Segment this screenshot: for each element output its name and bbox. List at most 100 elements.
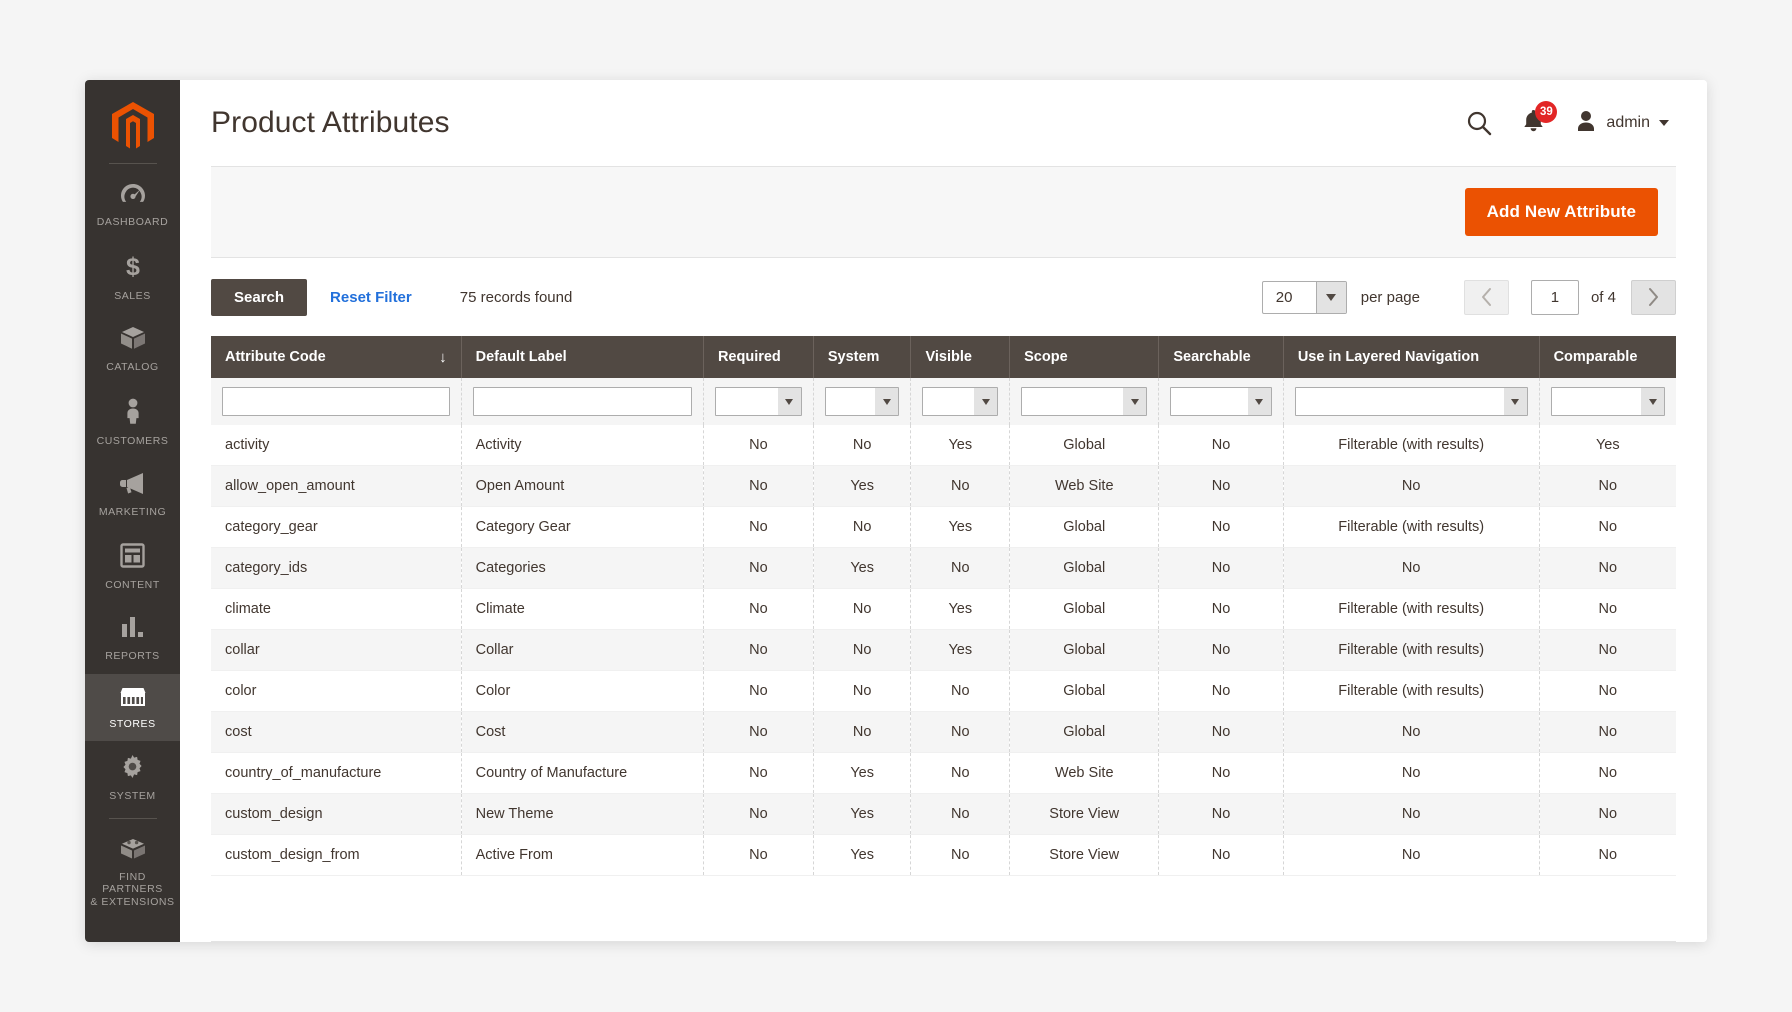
grid-column-header[interactable]: Comparable <box>1538 336 1676 378</box>
grid-column-header[interactable]: Default Label <box>460 336 704 378</box>
grid-filter-cell <box>910 378 1010 425</box>
sidebar-item-find-partners[interactable]: FIND PARTNERS & EXTENSIONS <box>85 825 180 920</box>
table-cell: Color <box>460 670 704 712</box>
per-page-select[interactable]: 20 <box>1261 280 1347 314</box>
magento-logo-link[interactable] <box>85 93 180 159</box>
table-cell: No <box>1538 465 1676 507</box>
grid-filter-select-value <box>716 388 778 415</box>
grid-column-header-label: Default Label <box>475 349 567 365</box>
grid-filter-input[interactable] <box>472 387 692 416</box>
table-cell: Yes <box>910 629 1010 671</box>
table-cell: Activity <box>460 425 704 466</box>
sidebar-item-sales[interactable]: $ SALES <box>85 240 180 314</box>
table-row[interactable]: cost Cost No No No Global No No No <box>211 711 1676 753</box>
grid-column-header[interactable]: Visible <box>910 336 1010 378</box>
table-cell: country_of_manufacture <box>211 752 462 794</box>
sidebar-item-label: CONTENT <box>105 578 160 591</box>
table-cell: Global <box>1009 711 1159 753</box>
pager: 20 per page of 4 <box>1261 279 1676 315</box>
grid-column-header[interactable]: Attribute Code ↓ <box>211 336 462 378</box>
table-cell: No <box>702 670 814 712</box>
table-row[interactable]: allow_open_amount Open Amount No Yes No Web S… <box>211 465 1676 507</box>
table-cell: No <box>1282 711 1540 753</box>
notifications-badge: 39 <box>1535 101 1558 123</box>
grid-filter-select[interactable] <box>1294 387 1528 416</box>
grid-column-header[interactable]: Scope <box>1009 336 1159 378</box>
table-cell: Global <box>1009 506 1159 548</box>
grid-column-header[interactable]: Use in Layered Navigation <box>1282 336 1540 378</box>
table-cell: No <box>702 629 814 671</box>
table-row[interactable]: activity Activity No No Yes Global No Filterabl… <box>211 425 1676 466</box>
table-cell: activity <box>211 425 462 466</box>
user-menu-button[interactable]: admin <box>1575 109 1669 138</box>
grid-header-row: Attribute Code ↓ Default Label Required Syst… <box>211 336 1676 378</box>
next-page-button[interactable] <box>1631 279 1676 315</box>
grid-column-header[interactable]: System <box>812 336 911 378</box>
sidebar-item-system[interactable]: SYSTEM <box>85 741 180 814</box>
table-row[interactable]: climate Climate No No Yes Global No Filterable … <box>211 588 1676 630</box>
previous-page-button[interactable] <box>1463 279 1509 315</box>
table-cell: New Theme <box>460 793 704 835</box>
chevron-down-icon <box>875 388 899 415</box>
person-icon <box>123 398 143 429</box>
sidebar-item-content[interactable]: CONTENT <box>85 530 180 603</box>
grid-filter-select[interactable] <box>1550 387 1665 416</box>
table-row[interactable]: category_ids Categories No Yes No Global No No N… <box>211 547 1676 589</box>
grid-filter-cell <box>211 378 462 425</box>
layout-window-icon <box>120 542 145 573</box>
table-cell: No <box>702 752 814 794</box>
sidebar-item-dashboard[interactable]: DASHBOARD <box>85 170 180 240</box>
sidebar-item-reports[interactable]: REPORTS <box>85 602 180 674</box>
grid-filter-cell <box>460 378 704 425</box>
table-cell: No <box>812 629 911 671</box>
notifications-button[interactable]: 39 <box>1522 101 1558 138</box>
grid-filter-select[interactable] <box>714 387 802 416</box>
table-cell: No <box>702 425 814 466</box>
table-cell: cost <box>211 711 462 753</box>
sidebar-item-label: STORES <box>109 717 156 730</box>
table-cell: Web Site <box>1009 752 1159 794</box>
table-row[interactable]: custom_design_from Active From No Yes No Stor… <box>211 834 1676 876</box>
dashboard-gauge-icon <box>120 183 146 210</box>
table-cell: No <box>1158 793 1284 835</box>
grid-filter-select[interactable] <box>1170 387 1272 416</box>
grid-filter-select[interactable] <box>1021 387 1148 416</box>
table-row[interactable]: country_of_manufacture Country of Manufac… <box>211 752 1676 794</box>
grid-column-header[interactable]: Required <box>702 336 814 378</box>
table-cell: Yes <box>812 752 911 794</box>
sidebar-item-customers[interactable]: CUSTOMERS <box>85 385 180 459</box>
search-icon[interactable] <box>1466 110 1492 136</box>
grid-filter-select[interactable] <box>824 387 900 416</box>
table-cell: allow_open_amount <box>211 465 462 507</box>
page-actions-toolbar: Add New Attribute <box>211 166 1676 258</box>
table-row[interactable]: collar Collar No No Yes Global No Filterable (w… <box>211 629 1676 671</box>
table-cell: No <box>812 588 911 630</box>
sidebar-item-stores[interactable]: STORES <box>85 673 180 741</box>
table-cell: No <box>812 711 911 753</box>
table-cell: Filterable (with results) <box>1282 670 1540 712</box>
table-row[interactable]: color Color No No No Global No Filterable (with… <box>211 670 1676 712</box>
grid-filter-input[interactable] <box>222 387 450 416</box>
svg-text:$: $ <box>126 253 140 279</box>
grid-filter-select-value <box>1552 388 1641 415</box>
sidebar-item-marketing[interactable]: MARKETING <box>85 458 180 530</box>
search-button[interactable]: Search <box>211 278 308 316</box>
grid-column-header-label: Required <box>717 349 781 365</box>
sidebar-divider-bottom <box>108 817 157 819</box>
add-new-attribute-button[interactable]: Add New Attribute <box>1464 188 1658 236</box>
table-row[interactable]: category_gear Category Gear No No Yes Global N… <box>211 506 1676 548</box>
sidebar-item-label: CATALOG <box>106 361 159 373</box>
page-number-input[interactable] <box>1530 279 1579 315</box>
table-cell: No <box>702 793 814 835</box>
table-cell: Open Amount <box>460 465 704 507</box>
table-cell: climate <box>211 588 462 630</box>
sidebar-item-label: SALES <box>114 289 151 302</box>
table-cell: No <box>1158 670 1284 712</box>
grid-filter-select[interactable] <box>922 387 999 416</box>
table-cell: Store View <box>1009 834 1159 876</box>
reset-filter-link[interactable]: Reset Filter <box>330 289 412 306</box>
table-row[interactable]: custom_design New Theme No Yes No Store View N… <box>211 793 1676 835</box>
grid-column-header[interactable]: Searchable <box>1158 336 1284 378</box>
table-cell: No <box>910 711 1010 753</box>
sidebar-item-catalog[interactable]: CATALOG <box>85 313 180 385</box>
